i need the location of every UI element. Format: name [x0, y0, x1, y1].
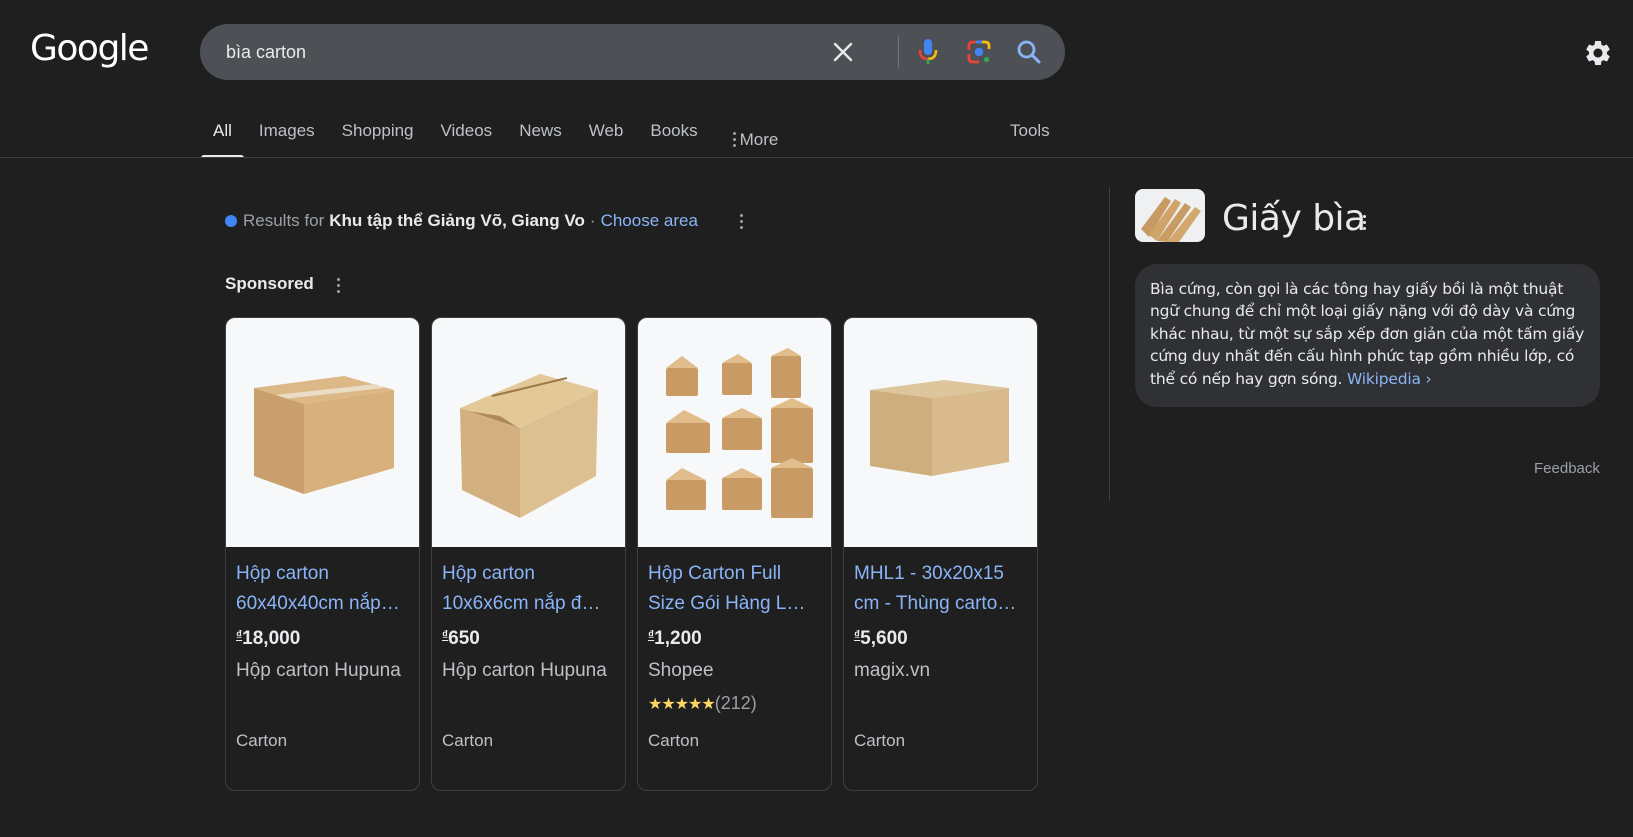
lens-icon[interactable]: [963, 36, 995, 68]
product-merchant: Shopee: [648, 660, 714, 681]
product-category: Carton: [236, 731, 288, 750]
product-merchant: Hộp carton Hupuna: [236, 660, 401, 681]
product-title[interactable]: MHL1 - 30x20x15 cm - Thùng carto…: [854, 559, 1027, 619]
product-card[interactable]: MHL1 - 30x20x15 cm - Thùng carto… ₫5,600…: [843, 317, 1038, 791]
tab-shopping[interactable]: Shopping: [342, 114, 414, 158]
product-price: ₫1,200: [648, 628, 702, 649]
tab-videos[interactable]: Videos: [441, 114, 493, 158]
knowledge-panel-description: Bìa cứng, còn gọi là các tông hay giấy b…: [1135, 264, 1600, 407]
product-carousel: Hộp carton 60x40x40cm nắp… ₫18,000 Hộp c…: [225, 317, 1038, 791]
location-prefix: Results for: [243, 211, 325, 230]
tab-images[interactable]: Images: [259, 114, 315, 158]
tab-more-label: More: [739, 129, 779, 149]
tab-news[interactable]: News: [519, 114, 562, 158]
knowledge-panel-title: Giấy bìa: [1222, 198, 1366, 239]
more-vert-icon: [732, 132, 736, 147]
feedback-link[interactable]: Feedback: [1534, 460, 1600, 477]
star-rating-icon: ★★★★★: [648, 696, 716, 713]
product-price: ₫5,600: [854, 628, 908, 649]
tools-button[interactable]: Tools: [1010, 121, 1050, 141]
product-image-box-set: [638, 318, 831, 547]
search-tabs: All Images Shopping Videos News Web Book…: [201, 114, 805, 158]
product-title[interactable]: Hộp carton 60x40x40cm nắp…: [236, 559, 409, 619]
product-rating: [236, 691, 409, 715]
product-image-box-closed: [226, 318, 419, 547]
knowledge-panel-thumbnail[interactable]: [1135, 189, 1205, 242]
sponsored-label: Sponsored: [225, 274, 314, 293]
tab-web[interactable]: Web: [589, 114, 624, 158]
wikipedia-link[interactable]: Wikipedia ›: [1347, 370, 1432, 388]
product-price: ₫18,000: [236, 628, 301, 649]
product-rating: [854, 691, 1027, 715]
search-divider: [898, 36, 899, 68]
search-input[interactable]: [226, 24, 826, 80]
clear-icon[interactable]: [827, 36, 859, 68]
knowledge-panel-options-icon[interactable]: [1357, 212, 1371, 232]
choose-area-link[interactable]: Choose area: [601, 211, 698, 231]
product-card[interactable]: Hộp Carton Full Size Gói Hàng L… ₫1,200 …: [637, 317, 832, 791]
tabs-divider: [0, 157, 1633, 158]
product-category: Carton: [442, 731, 494, 750]
sponsored-options-icon[interactable]: [330, 275, 346, 295]
panel-divider: [1109, 187, 1110, 501]
search-icon[interactable]: [1013, 36, 1045, 68]
product-category: Carton: [648, 731, 700, 750]
search-box[interactable]: [200, 24, 1065, 80]
product-price: ₫650: [442, 628, 480, 649]
product-category: Carton: [854, 731, 906, 750]
product-title[interactable]: Hộp Carton Full Size Gói Hàng L…: [648, 559, 821, 619]
tab-all[interactable]: All: [201, 114, 244, 158]
product-card[interactable]: Hộp carton 60x40x40cm nắp… ₫18,000 Hộp c…: [225, 317, 420, 791]
tab-books[interactable]: Books: [650, 114, 697, 158]
product-merchant: magix.vn: [854, 660, 931, 681]
product-rating: ★★★★★(212): [648, 691, 821, 715]
gear-icon[interactable]: [1583, 38, 1613, 68]
product-merchant: Hộp carton Hupuna: [442, 660, 607, 681]
google-logo[interactable]: Google: [30, 28, 149, 69]
product-title[interactable]: Hộp carton 10x6x6cm nắp đ…: [442, 559, 615, 619]
location-options-icon[interactable]: [733, 211, 749, 231]
product-image-box-open: [432, 318, 625, 547]
location-separator: ·: [589, 211, 596, 230]
tab-more[interactable]: More: [732, 114, 779, 158]
rating-count: (212): [714, 693, 757, 713]
mic-icon[interactable]: [912, 36, 944, 68]
product-card[interactable]: Hộp carton 10x6x6cm nắp đ… ₫650 Hộp cart…: [431, 317, 626, 791]
location-notice: Results for Khu tập thể Giảng Võ, Giang …: [225, 211, 698, 231]
product-rating: [442, 691, 615, 715]
location-place: Khu tập thể Giảng Võ, Giang Vo: [329, 211, 585, 230]
product-image-box-large: [844, 318, 1037, 547]
location-dot-icon: [225, 215, 237, 227]
